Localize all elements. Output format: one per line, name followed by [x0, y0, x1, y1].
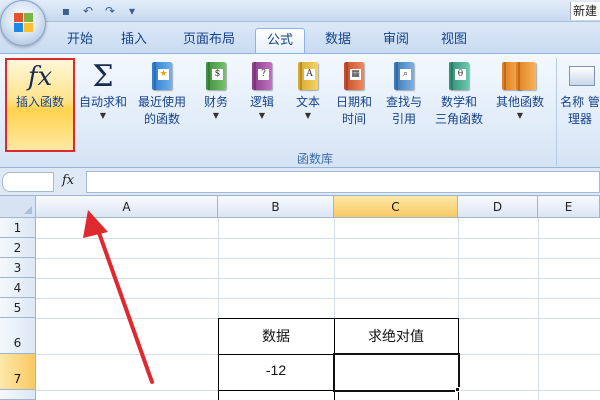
quick-access-toolbar: ▪ ↶ ↷ ▾ — [58, 3, 140, 20]
gridline — [36, 238, 600, 239]
column-header-c[interactable]: C — [334, 196, 458, 218]
column-header-a[interactable]: A — [36, 196, 218, 218]
row-header-8[interactable] — [0, 390, 36, 400]
group-divider — [556, 58, 557, 166]
tab-formulas[interactable]: 公式 — [255, 28, 305, 54]
star-book-icon: ★ — [148, 60, 176, 94]
column-header-e[interactable]: E — [538, 196, 600, 218]
cell-b6-text: 数据 — [262, 328, 290, 344]
dropdown-arrow-icon: ▼ — [212, 111, 220, 120]
date-time-button[interactable]: ▦ 日期和 时间 — [330, 60, 378, 128]
gridline — [36, 278, 600, 279]
name-box[interactable] — [2, 172, 54, 192]
financial-label: 财务 — [203, 95, 228, 109]
row-header-5[interactable]: 5 — [0, 298, 36, 318]
more-functions-button[interactable]: 其他函数 ▼ — [492, 60, 548, 121]
customize-qat-icon[interactable]: ▾ — [124, 4, 140, 19]
row-header-4[interactable]: 4 — [0, 278, 36, 298]
recent-functions-label-2: 的函数 — [143, 112, 180, 126]
tab-home[interactable]: 开始 — [60, 28, 100, 54]
sigma-icon: Σ — [92, 59, 114, 94]
name-manager-label-1: 名称 — [560, 95, 585, 109]
ribbon-formulas: fx 插入函数 Σ 自动求和 ▼ ★ 最近使用 的函数 $ 财务 ▼ ? 逻辑 … — [0, 53, 600, 168]
active-cell-c7[interactable] — [333, 353, 460, 392]
financial-book-icon: $ — [202, 60, 230, 94]
cell-c6-text: 求绝对值 — [368, 328, 424, 344]
row-header-6[interactable]: 6 — [0, 318, 36, 354]
logical-button[interactable]: ? 逻辑 ▼ — [242, 60, 282, 121]
cell-b8[interactable] — [218, 390, 335, 400]
row-header-3[interactable]: 3 — [0, 258, 36, 278]
office-button[interactable] — [0, 0, 46, 46]
more-functions-label: 其他函数 — [495, 95, 544, 109]
tab-insert[interactable]: 插入 — [114, 28, 154, 54]
financial-button[interactable]: $ 财务 ▼ — [196, 60, 236, 121]
cell-b7-text: -12 — [265, 362, 287, 378]
math-trig-button[interactable]: θ 数学和 三角函数 — [428, 60, 490, 128]
tab-review[interactable]: 审阅 — [376, 28, 416, 54]
select-all-button[interactable] — [0, 196, 36, 218]
math-label-1: 数学和 — [440, 95, 477, 109]
gridline — [538, 218, 539, 400]
lookup-label-2: 引用 — [391, 112, 416, 126]
dropdown-arrow-icon: ▼ — [258, 111, 266, 120]
insert-function-button[interactable]: fx 插入函数 — [5, 58, 75, 152]
row-header-7[interactable]: 7 — [0, 354, 36, 390]
name-manager-icon — [565, 60, 595, 94]
row-header-2[interactable]: 2 — [0, 238, 36, 258]
autosum-label: 自动求和 — [78, 95, 127, 109]
fx-icon: fx — [27, 62, 53, 92]
name-manager-button[interactable]: 名称 管理器 — [560, 60, 600, 128]
gridline — [36, 258, 600, 259]
lookup-reference-button[interactable]: ⌕ 查找与 引用 — [380, 60, 428, 128]
text-book-icon: A — [294, 60, 322, 94]
lookup-label-1: 查找与 — [385, 95, 422, 109]
date-time-book-icon: ▦ — [340, 60, 368, 94]
title-bar: ▪ ↶ ↷ ▾ 新建 — [0, 0, 600, 22]
tab-page-layout[interactable]: 页面布局 — [176, 28, 242, 54]
dropdown-arrow-icon: ▼ — [304, 111, 312, 120]
function-library-group-label: 函数库 — [296, 152, 333, 166]
column-header-d[interactable]: D — [458, 196, 538, 218]
date-time-label-1: 日期和 — [335, 95, 372, 109]
redo-icon[interactable]: ↷ — [102, 4, 118, 19]
worksheet-grid: A B C D E 1 2 3 4 5 6 7 数据 求绝对值 -12 — [0, 196, 600, 400]
ribbon-tab-bar: 开始 插入 页面布局 公式 数据 审阅 视图 — [0, 22, 600, 54]
lookup-book-icon: ⌕ — [390, 60, 418, 94]
logical-label: 逻辑 — [249, 95, 274, 109]
text-label: 文本 — [295, 95, 320, 109]
formula-input[interactable] — [86, 171, 600, 193]
tab-view[interactable]: 视图 — [434, 28, 474, 54]
row-header-1[interactable]: 1 — [0, 218, 36, 238]
window-title: 新建 — [570, 2, 600, 20]
insert-function-fx-icon[interactable]: fx — [62, 173, 74, 188]
dropdown-arrow-icon: ▼ — [99, 111, 107, 120]
fill-handle[interactable] — [455, 387, 460, 392]
save-icon[interactable]: ▪ — [58, 4, 74, 19]
recent-functions-label-1: 最近使用 — [137, 95, 186, 109]
tab-data[interactable]: 数据 — [318, 28, 358, 54]
math-book-icon: θ — [445, 60, 473, 94]
insert-function-label: 插入函数 — [15, 95, 64, 109]
undo-icon[interactable]: ↶ — [80, 4, 96, 19]
formula-bar: fx — [0, 168, 600, 196]
autosum-button[interactable]: Σ 自动求和 ▼ — [76, 60, 130, 121]
gridline — [36, 298, 600, 299]
date-time-label-2: 时间 — [341, 112, 366, 126]
office-logo-icon — [14, 13, 34, 33]
column-header-b[interactable]: B — [218, 196, 334, 218]
logical-book-icon: ? — [248, 60, 276, 94]
recent-functions-button[interactable]: ★ 最近使用 的函数 — [132, 60, 192, 128]
dropdown-arrow-icon: ▼ — [516, 111, 524, 120]
math-label-2: 三角函数 — [434, 112, 483, 126]
text-button[interactable]: A 文本 ▼ — [288, 60, 328, 121]
more-books-icon — [500, 60, 540, 94]
